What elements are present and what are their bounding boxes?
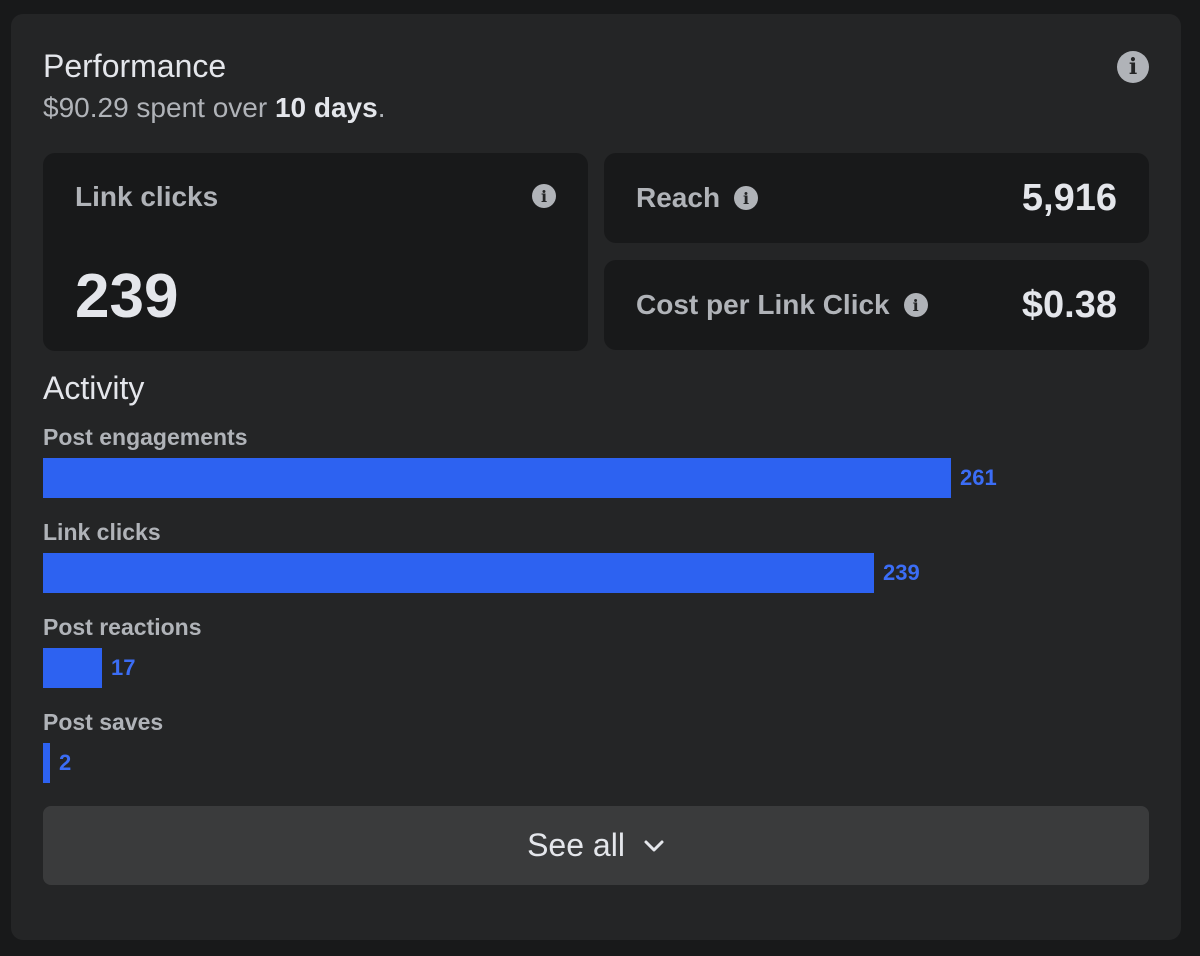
spend-amount: $90.29: [43, 92, 129, 123]
performance-card: Performance $90.29 spent over 10 days. i…: [11, 14, 1181, 940]
activity-bar: [43, 553, 874, 593]
spend-suffix: .: [377, 92, 386, 123]
activity-bar: [43, 648, 102, 688]
reach-metric: Reach i 5,916: [604, 153, 1149, 243]
link-clicks-metric: Link clicks i 239: [43, 153, 588, 351]
activity-label: Post engagements: [43, 424, 248, 450]
activity-value: 239: [883, 560, 920, 585]
activity-value: 261: [960, 465, 997, 490]
link-clicks-label: Link clicks: [75, 181, 219, 212]
activity-title: Activity: [43, 370, 145, 406]
spend-connector: spent over: [128, 92, 275, 123]
info-icon[interactable]: i: [1117, 51, 1149, 83]
link-clicks-value: 239: [75, 262, 179, 331]
spend-duration: 10 days: [274, 92, 378, 123]
cost-per-link-click-value: $0.38: [1021, 283, 1117, 326]
info-icon[interactable]: i: [903, 293, 928, 317]
activity-label: Link clicks: [43, 519, 161, 545]
reach-value: 5,916: [1021, 176, 1117, 219]
see-all-button[interactable]: See all: [43, 806, 1149, 885]
activity-label: Post reactions: [43, 614, 202, 640]
activity-label: Post saves: [43, 709, 164, 735]
info-icon[interactable]: i: [734, 186, 759, 210]
activity-row: Post engagements 261: [43, 424, 1149, 519]
see-all-label: See all: [527, 827, 625, 863]
page-title: Performance: [43, 48, 227, 84]
activity-value: 17: [111, 655, 136, 680]
activity-value: 2: [59, 750, 72, 775]
spend-summary: $90.29 spent over 10 days.: [43, 92, 385, 124]
activity-row: Post saves 2: [43, 709, 1149, 804]
activity-row: Post reactions 17: [43, 614, 1149, 709]
cost-per-link-click-metric: Cost per Link Click i $0.38: [604, 260, 1149, 350]
chevron-down-icon: [643, 839, 665, 853]
cost-per-link-click-label: Cost per Link Click: [636, 289, 890, 320]
info-icon[interactable]: i: [532, 184, 556, 208]
reach-label: Reach: [636, 182, 721, 213]
activity-row: Link clicks 239: [43, 519, 1149, 614]
activity-list: Post engagements 261 Link clicks 239 Pos…: [43, 424, 1149, 804]
activity-bar: [43, 458, 951, 498]
activity-bar: [43, 743, 50, 783]
